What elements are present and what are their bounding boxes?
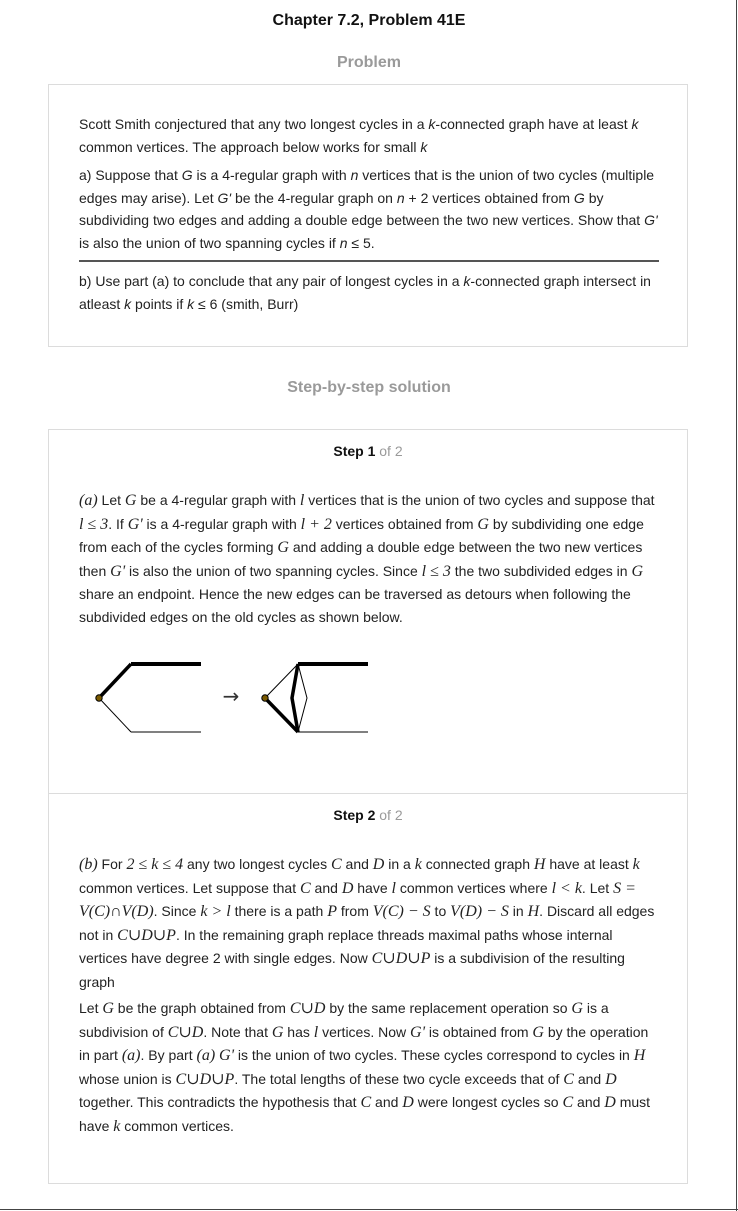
problem-paragraph-intro: Scott Smith conjectured that any two lon… [79,116,639,155]
problem-part-b: b) Use part (a) to conclude that any pai… [79,273,651,312]
right-vertex [261,694,269,702]
problem-box: Scott Smith conjectured that any two lon… [48,84,688,347]
solution-heading: Step-by-step solution [287,379,451,396]
step-2-paragraph-1: (b) For 2 ≤ k ≤ 4 any two longest cycles… [79,856,655,990]
subdivision-figure: → [95,662,368,734]
left-lower-edge [98,697,132,733]
problem-part-a: a) Suppose that G is a 4-regular graph w… [79,167,658,251]
step-1-text: (a) Let G be a 4-regular graph with l ve… [79,492,655,625]
step-2-title: Step 2 of 2 [333,807,403,823]
step-2-paragraph-2: Let G be the graph obtained from C∪D by … [79,1000,651,1135]
double-edge-thin [297,663,308,733]
page-title: Chapter 7.2, Problem 41E [272,12,466,29]
left-upper-edge [97,662,133,700]
problem-heading: Problem [336,54,401,71]
solution-box: Step 1 of 2 (a) Let G be a 4-regular gra… [48,429,688,1184]
left-vertex [95,694,103,702]
transform-arrow: → [223,684,240,708]
step-1-title: Step 1 of 2 [333,443,403,459]
double-edge-bold [290,663,300,733]
page-border-bottom [0,1209,738,1210]
page-border-right [736,0,737,1211]
part-divider [79,260,659,262]
step-separator [49,793,687,794]
